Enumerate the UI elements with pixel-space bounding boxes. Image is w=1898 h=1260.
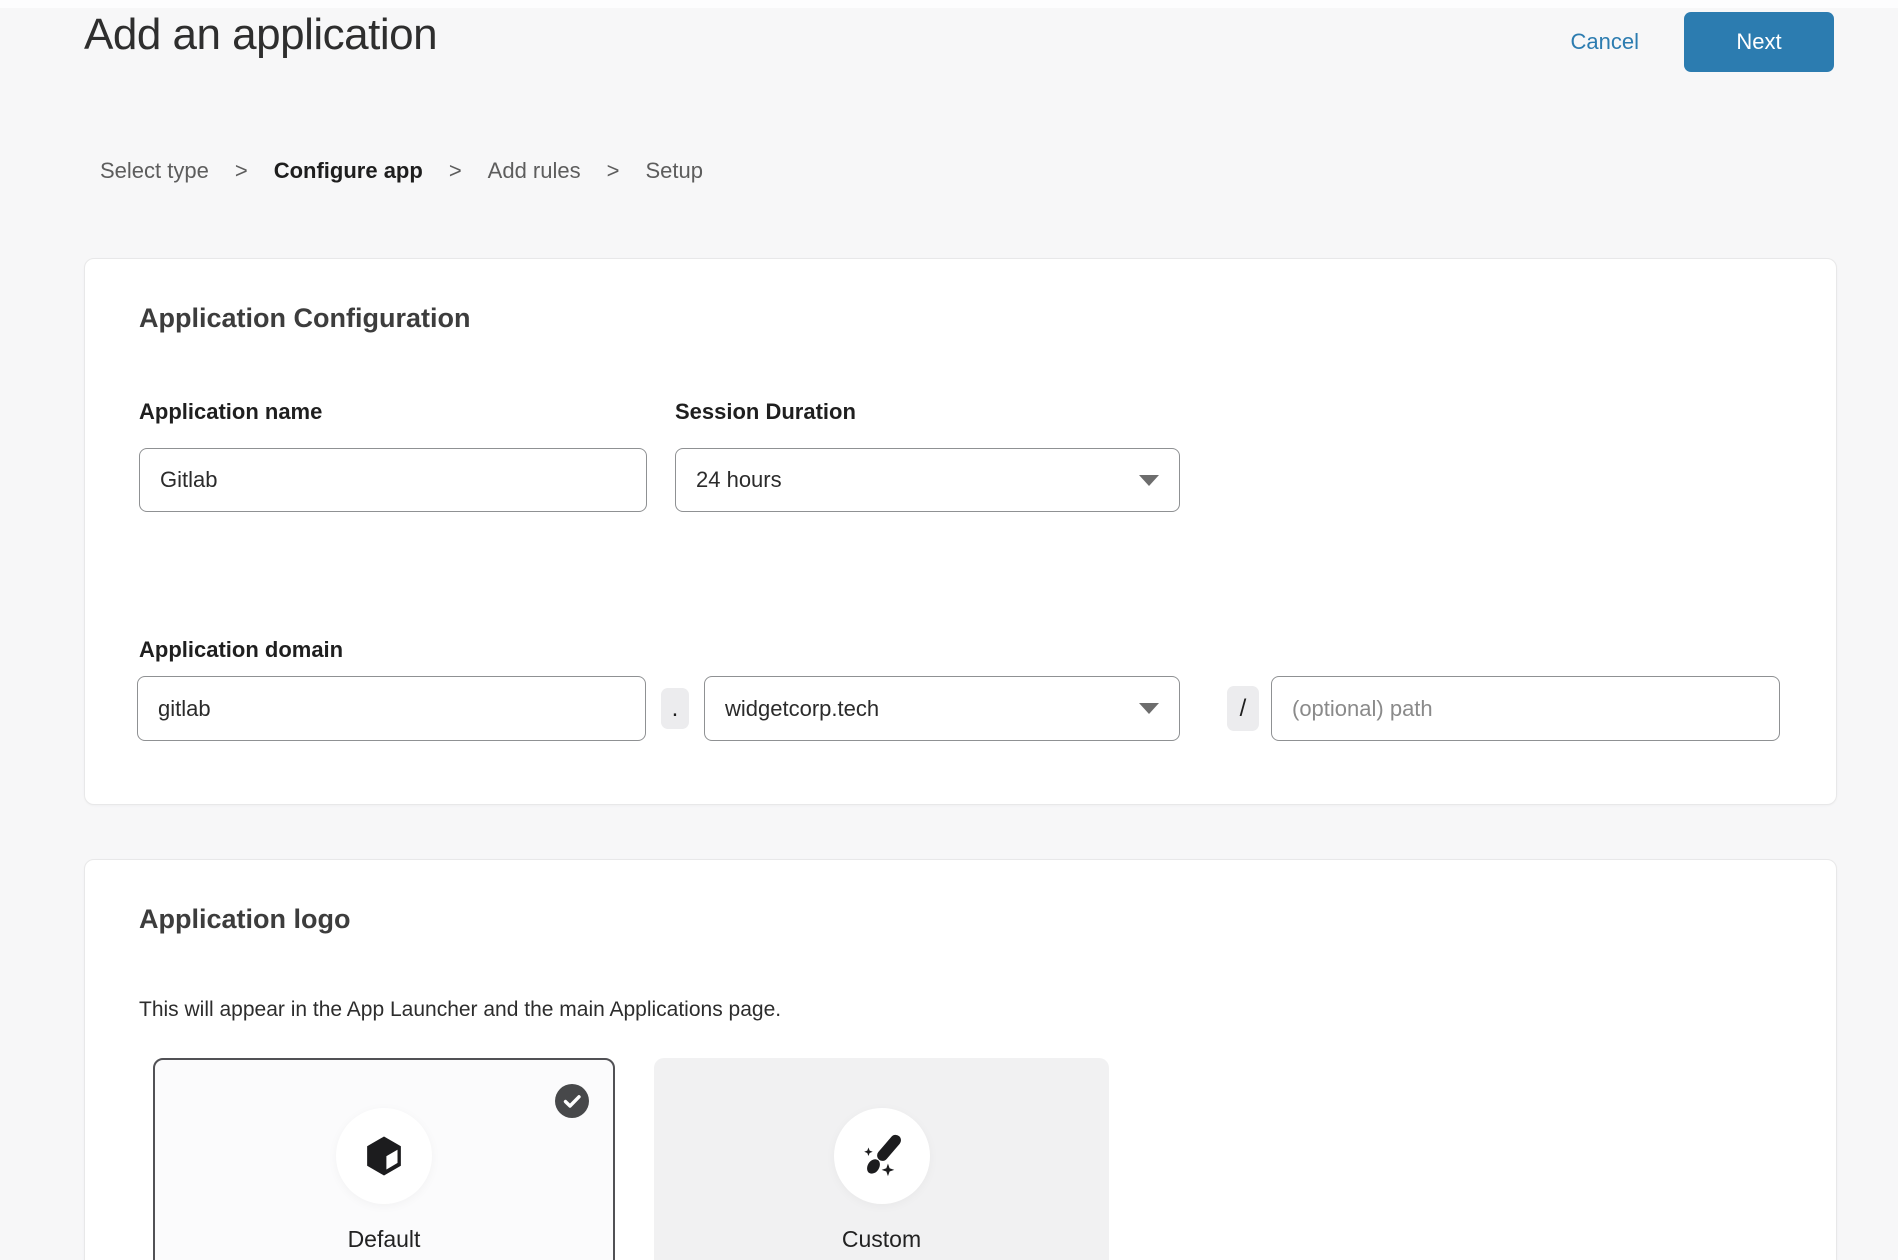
breadcrumb-step-configure-app[interactable]: Configure app — [274, 158, 423, 184]
domain-select[interactable]: widgetcorp.tech — [704, 676, 1180, 741]
cancel-button[interactable]: Cancel — [1571, 29, 1639, 55]
application-logo-heading: Application logo — [139, 904, 350, 935]
cube-icon — [336, 1108, 432, 1204]
header-actions: Cancel Next — [1571, 12, 1834, 72]
breadcrumb-separator: > — [607, 158, 620, 184]
breadcrumb-separator: > — [449, 158, 462, 184]
application-name-label: Application name — [139, 399, 322, 425]
caret-down-icon — [1139, 475, 1159, 486]
logo-option-default-label: Default — [155, 1226, 613, 1253]
logo-option-custom[interactable]: Custom — [654, 1058, 1109, 1260]
breadcrumb-step-setup[interactable]: Setup — [645, 158, 703, 184]
domain-dot-separator: . — [661, 688, 689, 729]
check-circle-icon — [555, 1084, 589, 1118]
application-name-input[interactable] — [139, 448, 647, 512]
domain-slash-separator: / — [1227, 686, 1259, 731]
breadcrumb-separator: > — [235, 158, 248, 184]
breadcrumb-step-select-type[interactable]: Select type — [100, 158, 209, 184]
breadcrumb-step-add-rules[interactable]: Add rules — [488, 158, 581, 184]
caret-down-icon — [1139, 703, 1159, 714]
logo-option-default[interactable]: Default — [153, 1058, 615, 1260]
session-duration-select[interactable]: 24 hours — [675, 448, 1180, 512]
session-duration-label: Session Duration — [675, 399, 856, 425]
logo-option-custom-label: Custom — [656, 1226, 1107, 1253]
application-configuration-heading: Application Configuration — [139, 303, 470, 334]
application-logo-card: Application logo This will appear in the… — [84, 859, 1837, 1260]
next-button[interactable]: Next — [1684, 12, 1834, 72]
path-input[interactable] — [1271, 676, 1780, 741]
session-duration-value: 24 hours — [696, 467, 782, 493]
application-domain-label: Application domain — [139, 637, 343, 663]
breadcrumb: Select type > Configure app > Add rules … — [100, 158, 703, 184]
application-configuration-card: Application Configuration Application na… — [84, 258, 1837, 805]
top-strip — [0, 0, 1898, 8]
page-title: Add an application — [84, 10, 437, 60]
add-application-page: Add an application Cancel Next Select ty… — [0, 0, 1898, 1260]
subdomain-input[interactable] — [137, 676, 646, 741]
domain-select-value: widgetcorp.tech — [725, 696, 879, 722]
application-logo-description: This will appear in the App Launcher and… — [139, 998, 781, 1022]
paintbrush-icon — [834, 1108, 930, 1204]
